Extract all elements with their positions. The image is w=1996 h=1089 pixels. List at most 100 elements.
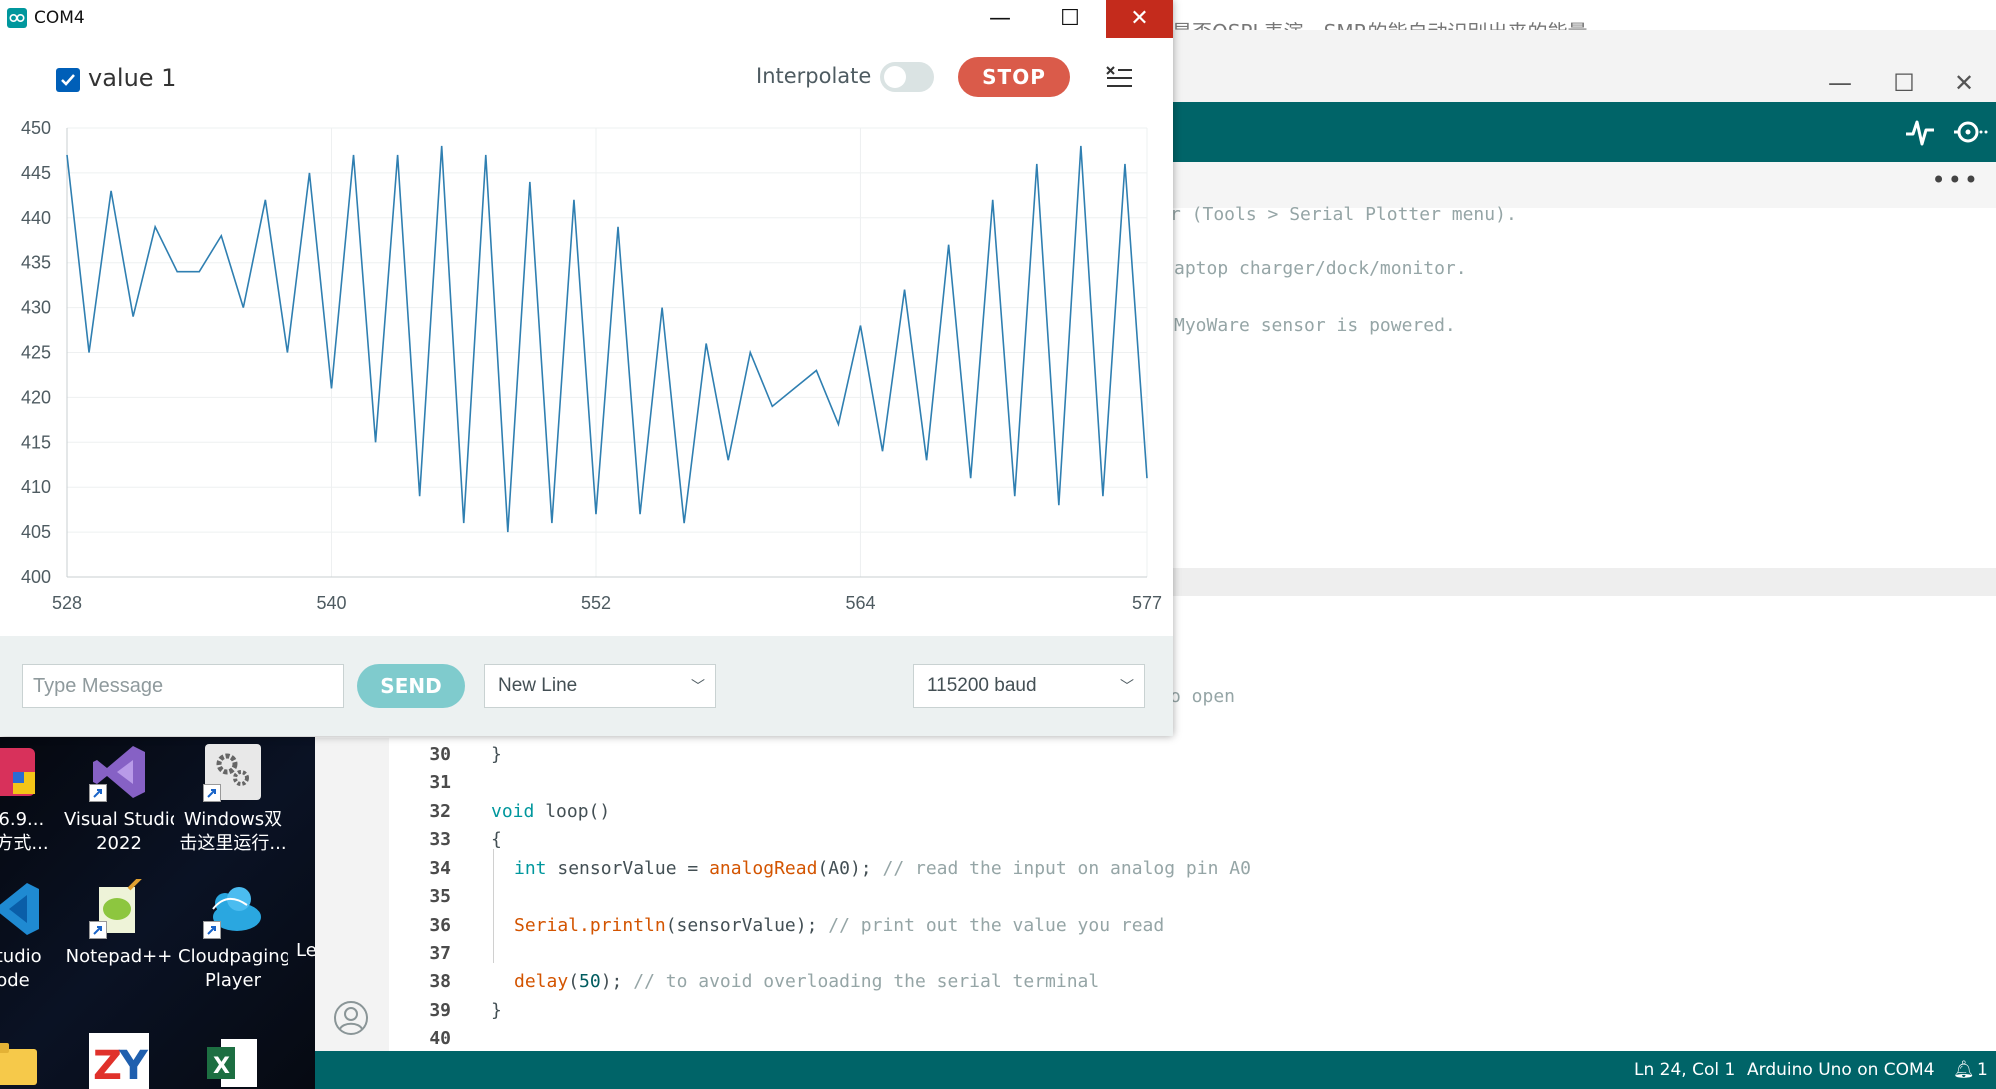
profile-icon[interactable] <box>333 1000 369 1036</box>
arduino-app-icon <box>0 742 43 802</box>
desktop-icon-vs-code[interactable]: Studio ode <box>0 879 68 993</box>
code-text: (sensorValue); <box>665 915 829 936</box>
chevron-down-icon: ﹀ <box>1120 678 1134 694</box>
desktop-icon-label: Visual Studio <box>64 809 174 830</box>
x-tick-label: 577 <box>1132 593 1162 613</box>
code-editor[interactable]: } void loop() { int sensorValue = analog… <box>469 738 1996 1051</box>
ide-minimize-icon[interactable]: — <box>1820 68 1860 98</box>
line-number: 34 <box>429 858 451 879</box>
code-line: void loop() <box>491 801 610 822</box>
windows-desktop: -v6.9... 捷方式... Visual Studio 2022 Windo… <box>0 737 315 1089</box>
window-title: COM4 <box>34 8 85 28</box>
line-number: 40 <box>429 1028 451 1049</box>
toggle-knob <box>884 66 906 88</box>
shortcut-arrow-icon <box>89 921 107 939</box>
folder-icon <box>0 1033 43 1089</box>
code-comment: // to avoid overloading the serial termi… <box>633 971 1100 992</box>
ide-titlebar: — ☐ ✕ <box>1170 30 1996 102</box>
ide-tabs-bar: ••• <box>1170 162 1996 209</box>
desktop-icon-label: ode <box>0 970 30 991</box>
desktop-icon-label: Player <box>204 970 261 991</box>
line-number: 38 <box>429 971 451 992</box>
status-bar: Ln 24, Col 1 Arduino Uno on COM4 🔔︎ 1 <box>315 1051 1996 1089</box>
serial-plotter-icon[interactable] <box>1902 114 1938 150</box>
desktop-icon-notepad-plus-plus[interactable]: Notepad++ <box>64 875 174 969</box>
stop-button[interactable]: STOP <box>958 57 1070 97</box>
checkmark-icon <box>61 74 75 86</box>
y-tick-label: 420 <box>21 387 51 407</box>
code-line: } <box>491 1000 502 1021</box>
board-status[interactable]: Arduino Uno on COM4 <box>1747 1060 1935 1080</box>
visual-studio-icon <box>89 742 149 802</box>
series-legend-label[interactable]: value 1 <box>88 64 176 92</box>
panel-divider[interactable] <box>1170 568 1996 596</box>
minimize-icon[interactable]: — <box>970 0 1030 38</box>
desktop-icon-arduino[interactable]: -v6.9... 捷方式... <box>0 742 68 856</box>
y-tick-label: 445 <box>21 163 51 183</box>
code-line: { <box>491 829 502 850</box>
x-tick-label: 552 <box>581 593 611 613</box>
output-console: o open <box>1170 596 1996 738</box>
plotter-footer: SEND New Line ﹀ 115200 baud ﹀ <box>0 636 1173 736</box>
code-editor-upper[interactable]: r (Tools > Serial Plotter menu). aptop c… <box>1170 204 1996 568</box>
code-comment: // read the input on analog pin A0 <box>882 858 1251 879</box>
code-text: loop() <box>534 801 611 822</box>
background-window-strip: 是否OSPL表演，SMR的能自动识别出来的能量 <box>1170 0 1996 30</box>
y-tick-label: 405 <box>21 522 51 542</box>
maximize-icon[interactable]: ☐ <box>1040 0 1100 38</box>
y-tick-label: 410 <box>21 477 51 497</box>
code-line: delay(50); // to avoid overloading the s… <box>514 971 1099 992</box>
console-fragment: o open <box>1170 686 1236 707</box>
code-text: ( <box>568 971 580 992</box>
code-line: int sensorValue = analogRead(A0); // rea… <box>514 858 1251 879</box>
arduino-logo-icon <box>7 8 27 28</box>
line-number: 39 <box>429 1000 451 1021</box>
line-number: 32 <box>429 801 451 822</box>
notification-count: 1 <box>1977 1060 1988 1080</box>
line-number: 35 <box>429 886 451 907</box>
code-text: ); <box>600 971 634 992</box>
plotter-titlebar: COM4 — ☐ ✕ <box>0 0 1173 38</box>
notification-icon[interactable]: 🔔︎ <box>1953 1060 1975 1080</box>
desktop-icon-visual-studio[interactable]: Visual Studio 2022 <box>64 742 174 856</box>
desktop-icon-folder[interactable] <box>0 1033 68 1089</box>
desktop-icon-label: Windows双 <box>183 809 283 830</box>
shortcut-arrow-icon <box>203 784 221 802</box>
y-tick-label: 440 <box>21 208 51 228</box>
ide-close-icon[interactable]: ✕ <box>1944 68 1984 98</box>
excel-icon: X <box>203 1033 263 1089</box>
line-number: 31 <box>429 772 451 793</box>
desktop-icon-excel[interactable]: X <box>178 1033 288 1089</box>
line-number: 36 <box>429 915 451 936</box>
close-icon[interactable]: ✕ <box>1106 0 1173 38</box>
svg-text:Z: Z <box>93 1043 122 1089</box>
series-checkbox[interactable] <box>56 68 80 92</box>
desktop-icon-windows-settings[interactable]: Windows双 击这里运行... <box>178 742 288 856</box>
desktop-icon-cut-off[interactable]: Le <box>256 879 315 963</box>
desktop-icon-label: 击这里运行... <box>179 833 287 854</box>
code-number: 50 <box>579 971 601 992</box>
line-ending-select[interactable]: New Line ﹀ <box>484 664 716 708</box>
message-input[interactable] <box>22 664 344 708</box>
desktop-icon-label: 2022 <box>96 833 142 854</box>
notepad-plus-plus-icon <box>89 875 149 939</box>
desktop-icon-label: Notepad++ <box>65 946 173 967</box>
ide-maximize-icon[interactable]: ☐ <box>1884 68 1924 98</box>
x-tick-label: 528 <box>52 593 82 613</box>
y-tick-label: 450 <box>21 118 51 138</box>
baud-rate-select[interactable]: 115200 baud ﹀ <box>913 664 1145 708</box>
code-text: (A0); <box>817 858 883 879</box>
desktop-icon-label: Studio <box>0 946 42 967</box>
more-options-icon[interactable]: ••• <box>1932 166 1980 194</box>
desktop-icon-label: Le <box>296 940 315 961</box>
clear-plot-icon[interactable] <box>1104 62 1134 92</box>
interpolate-toggle[interactable] <box>880 62 934 92</box>
code-function: analogRead <box>709 858 818 879</box>
serial-monitor-icon[interactable] <box>1952 114 1988 150</box>
y-tick-label: 400 <box>21 567 51 587</box>
desktop-icon-label: 捷方式... <box>0 833 49 854</box>
desktop-icon-zy[interactable]: ZY <box>64 1033 174 1089</box>
code-comment: // print out the value you read <box>828 915 1165 936</box>
send-button[interactable]: SEND <box>357 664 465 708</box>
cursor-position[interactable]: Ln 24, Col 1 <box>1634 1060 1735 1080</box>
